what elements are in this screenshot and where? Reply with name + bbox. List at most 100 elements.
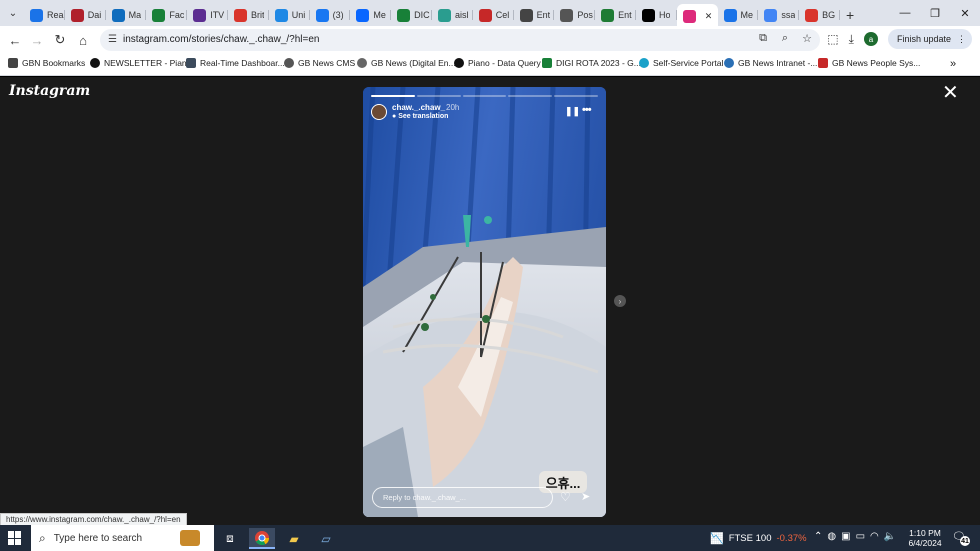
send-icon[interactable]: ➤ — [581, 490, 590, 503]
browser-tab[interactable]: Cel — [473, 4, 514, 26]
tab-list: Rea Dai Ma Fac ITV Brit Uni (3) Me DIC aisl Cel Ent P… — [24, 2, 854, 28]
tab-title: DIC — [414, 10, 430, 20]
browser-tab[interactable]: BG — [799, 4, 840, 26]
address-bar[interactable]: ☰ instagram.com/stories/chaw._.chaw_/?hl… — [100, 29, 820, 51]
story-user-avatar[interactable] — [371, 104, 387, 120]
tab-favicon-icon — [764, 8, 778, 22]
browser-tab[interactable]: Ent — [514, 4, 555, 26]
stock-ticker-widget[interactable]: 📉 FTSE 100 -0.37% — [710, 532, 807, 545]
install-app-icon[interactable]: ⧉ — [756, 32, 770, 45]
browser-tab[interactable]: Uni — [269, 4, 310, 26]
browser-tab[interactable]: Ent — [595, 4, 636, 26]
browser-tab[interactable]: Rea — [24, 4, 65, 26]
progress-segment — [462, 95, 507, 97]
browser-tab[interactable]: aisl — [432, 4, 473, 26]
browser-tab[interactable]: Dai — [65, 4, 106, 26]
close-window-icon[interactable]: ✕ — [950, 0, 980, 26]
extensions-icon[interactable]: ⬚ — [827, 32, 838, 46]
taskbar-clock[interactable]: 1:10 PM 6/4/2024 — [904, 528, 946, 548]
download-icon[interactable]: ⤓ — [849, 32, 854, 47]
bookmark-item[interactable]: Real-Time Dashboar... — [186, 58, 285, 68]
see-translation-link[interactable]: ● See translation — [392, 113, 448, 120]
battery-icon[interactable]: ▭ — [856, 531, 865, 542]
tab-favicon-icon — [274, 8, 288, 22]
maximize-icon[interactable]: ❐ — [920, 0, 950, 26]
tab-search-chevron-icon[interactable]: ⌄ — [4, 4, 22, 22]
bookmark-item[interactable]: GB News CMS — [284, 58, 355, 68]
see-translation-label: See translation — [398, 113, 449, 120]
story-reply-input[interactable]: Reply to chaw._.chaw_... — [372, 487, 553, 508]
folder-icon — [8, 58, 18, 68]
search-highlight-icon — [180, 530, 200, 546]
notepad-taskbar-icon[interactable]: ▱ — [313, 528, 339, 549]
bookmark-item[interactable]: DIGI ROTA 2023 - G... — [542, 58, 641, 68]
bookmark-item[interactable]: GB News (Digital En... — [357, 58, 456, 68]
finish-update-button[interactable]: Finish update ⋮ — [887, 29, 972, 49]
browser-tab[interactable]: Ma — [106, 4, 147, 26]
story-card[interactable]: chaw._.chaw_ 20h ● See translation ❚❚ ••… — [363, 87, 606, 517]
bookmark-label: NEWSLETTER - Piano — [104, 58, 192, 68]
instagram-story-viewer: Instagram ✕ › chaw._.chaw_ 20h ● See tra… — [0, 77, 980, 525]
minimize-icon[interactable]: — — [890, 0, 920, 26]
bookmark-star-icon[interactable]: ☆ — [800, 32, 814, 45]
wifi-icon[interactable]: ◠ — [870, 531, 879, 542]
browser-tab[interactable]: ✕ — [676, 4, 718, 28]
browser-tab[interactable]: Me — [718, 4, 759, 26]
tab-favicon-icon — [397, 8, 411, 22]
tab-title: Rea — [47, 10, 64, 20]
browser-tab[interactable]: DIC — [391, 4, 432, 26]
bookmark-item[interactable]: Piano - Data Query — [454, 58, 541, 68]
instagram-logo[interactable]: Instagram — [9, 83, 90, 99]
bookmarks-overflow-icon[interactable]: » — [950, 58, 956, 70]
file-explorer-icon[interactable]: ▰ — [281, 528, 307, 549]
browser-tab[interactable]: Ho — [636, 4, 677, 26]
browser-tab[interactable]: Fac — [146, 4, 187, 26]
bookmark-item[interactable]: GBN Bookmarks — [8, 58, 85, 68]
clock-date: 6/4/2024 — [908, 538, 942, 548]
tab-title: Fac — [169, 10, 185, 20]
next-story-chevron-icon[interactable]: › — [614, 295, 626, 307]
tab-favicon-icon — [478, 8, 492, 22]
close-story-icon[interactable]: ✕ — [942, 83, 959, 103]
windows-start-icon[interactable] — [8, 531, 22, 545]
tray-app-icon[interactable]: ◍ — [827, 531, 836, 542]
story-username[interactable]: chaw._.chaw_ — [392, 103, 445, 112]
back-arrow-icon[interactable]: ← — [5, 30, 25, 50]
taskbar-search-box[interactable]: ⌕ Type here to search — [31, 525, 214, 551]
volume-icon[interactable]: 🔈 — [884, 531, 896, 542]
bookmark-item[interactable]: GB News Intranet -... — [724, 58, 817, 68]
more-options-icon[interactable]: ••• — [582, 104, 592, 116]
tab-close-icon[interactable]: ✕ — [705, 11, 713, 22]
browser-tab[interactable]: Brit — [228, 4, 269, 26]
bookmark-item[interactable]: GB News People Sys... — [818, 58, 920, 68]
tray-chevron-up-icon[interactable]: ⌃ — [814, 531, 822, 542]
browser-tab[interactable]: Me — [350, 4, 391, 26]
browser-tab[interactable]: ITV — [187, 4, 228, 26]
bookmark-item[interactable]: NEWSLETTER - Piano — [90, 58, 191, 68]
bookmark-label: GBN Bookmarks — [22, 58, 86, 68]
notification-center-icon[interactable]: 🗨 41 — [952, 530, 970, 546]
profile-avatar[interactable]: a — [863, 32, 878, 46]
progress-segment — [416, 95, 461, 97]
forward-arrow-icon[interactable]: → — [27, 30, 47, 50]
browser-tab[interactable]: (3) — [310, 4, 351, 26]
tab-favicon-icon — [601, 8, 615, 22]
new-tab-plus-icon[interactable]: + — [846, 7, 854, 23]
pause-icon[interactable]: ❚❚ — [565, 106, 580, 117]
site-info-icon[interactable]: ☰ — [108, 34, 117, 45]
task-view-icon[interactable]: ⧈ — [217, 528, 243, 549]
tab-title: (3) — [332, 10, 344, 20]
chrome-taskbar-icon[interactable] — [249, 528, 275, 549]
tab-favicon-icon — [560, 8, 574, 22]
home-icon[interactable]: ⌂ — [73, 30, 93, 50]
reload-icon[interactable]: ↻ — [50, 30, 70, 50]
tray-camera-icon[interactable]: ▣ — [841, 531, 850, 542]
zoom-icon[interactable]: ⌕ — [778, 32, 792, 45]
browser-tab[interactable]: Pos — [554, 4, 595, 26]
heart-icon[interactable]: ♡ — [560, 490, 571, 504]
bookmark-item[interactable]: Self-Service Portal — [639, 58, 723, 68]
bookmark-favicon-icon — [90, 58, 100, 68]
browser-tab[interactable]: ssa — [758, 4, 799, 26]
bookmark-label: DIGI ROTA 2023 - G... — [556, 58, 641, 68]
story-progress-bar — [371, 95, 598, 97]
